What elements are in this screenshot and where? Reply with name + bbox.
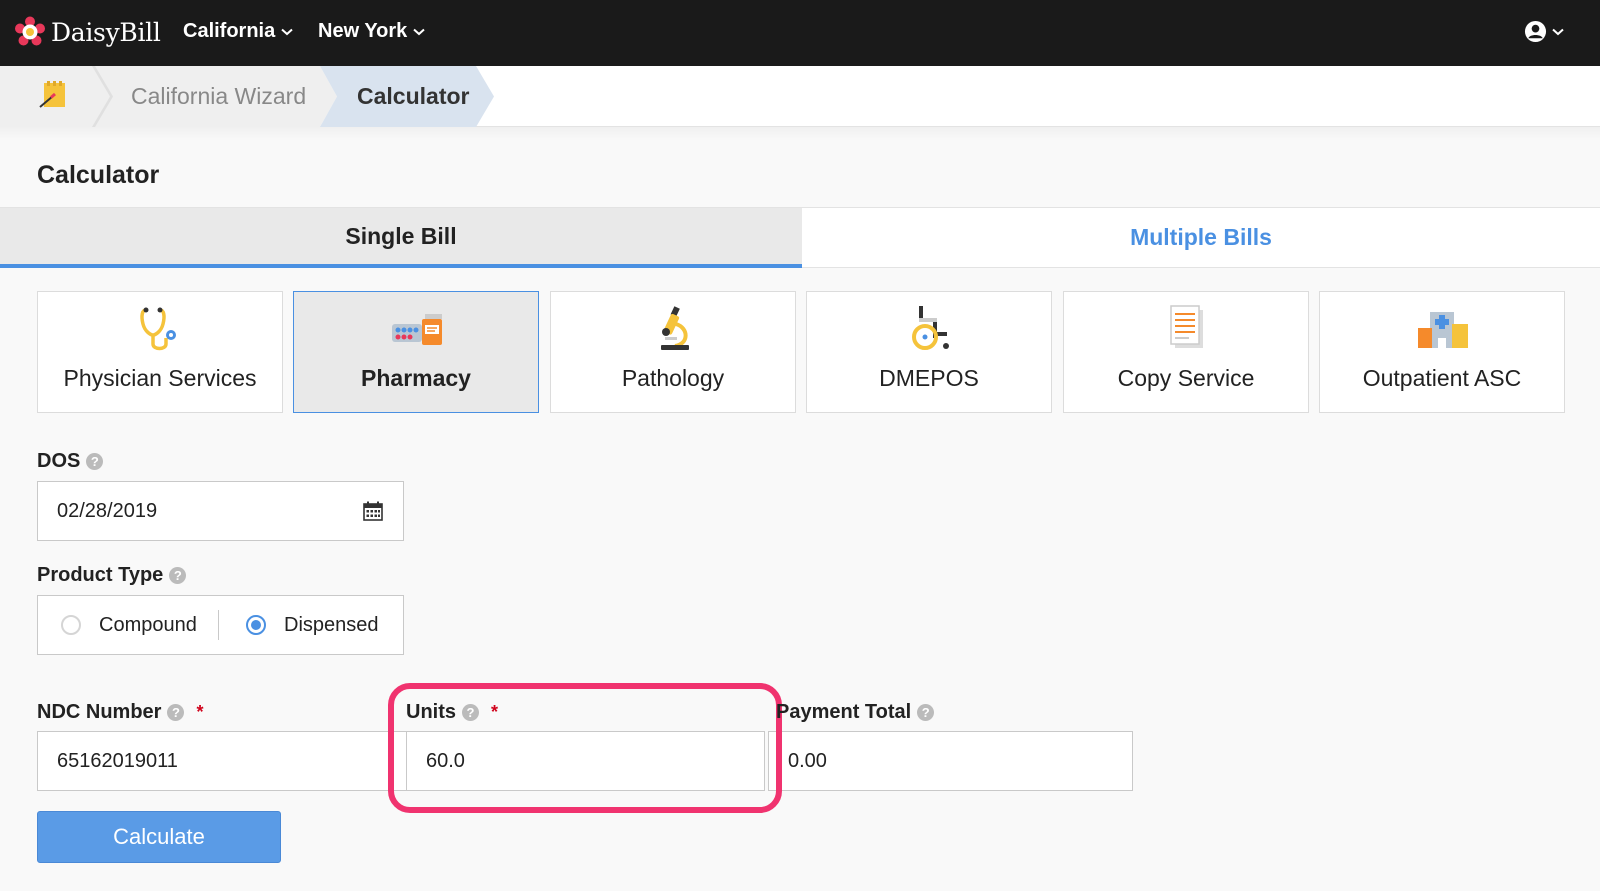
help-icon[interactable]: ? [169, 567, 187, 584]
ndc-label: NDC Number [37, 701, 162, 723]
category-label: Pharmacy [361, 365, 471, 391]
required-marker: * [491, 702, 499, 722]
payment-total-value: 0.00 [788, 749, 827, 772]
microscope-icon [661, 306, 689, 350]
chevron-down-icon [413, 28, 425, 35]
payment-total-label: Payment Total [776, 701, 912, 723]
radio-label: Dispensed [284, 613, 379, 636]
category-label: Pathology [621, 365, 725, 391]
units-value: 60.0 [426, 749, 465, 772]
radio-button-checked[interactable] [246, 615, 266, 635]
breadcrumb-home[interactable] [36, 80, 70, 117]
radio-label: Compound [99, 613, 197, 636]
category-label: DMEPOS [879, 365, 979, 391]
nav-dropdown-label: California [183, 20, 276, 42]
breadcrumb: California Wizard Calculator [0, 66, 1600, 127]
brand-name: DaisyBill [51, 17, 161, 47]
category-pharmacy[interactable]: Pharmacy [293, 291, 539, 413]
category-outpatient-asc[interactable]: Outpatient ASC [1319, 291, 1565, 413]
stethoscope-icon [140, 307, 176, 351]
dos-label-row: DOS ? [37, 450, 104, 473]
help-icon[interactable]: ? [462, 704, 479, 721]
radio-button-unchecked[interactable] [61, 615, 81, 635]
tab-label: Multiple Bills [1130, 224, 1272, 250]
product-type-label: Product Type [37, 564, 164, 586]
payment-total-field[interactable]: 0.00 [768, 731, 1133, 791]
help-icon[interactable]: ? [917, 704, 935, 721]
category-label: Physician Services [63, 365, 257, 391]
breadcrumb-item-california-wizard[interactable]: California Wizard [131, 83, 306, 110]
page-title: Calculator [37, 161, 160, 189]
user-menu[interactable] [1524, 20, 1564, 43]
category-label: Outpatient ASC [1362, 365, 1522, 391]
radio-dispensed[interactable]: Dispensed [246, 596, 379, 654]
hospital-icon [1418, 312, 1468, 348]
calendar-icon[interactable] [363, 501, 383, 521]
chevron-down-icon [1552, 28, 1564, 35]
divider [218, 610, 219, 640]
units-label-row: Units ? * [406, 701, 498, 724]
required-marker: * [196, 702, 204, 722]
notepad-icon [39, 81, 65, 108]
ndc-number-input[interactable]: 65162019011 [37, 731, 407, 791]
dos-date-field[interactable]: 02/28/2019 [37, 481, 404, 541]
nav-dropdown-new-york[interactable]: New York [318, 20, 425, 43]
tab-single-bill[interactable]: Single Bill [0, 208, 802, 268]
dos-label: DOS [37, 450, 81, 472]
category-dmepos[interactable]: DMEPOS [806, 291, 1052, 413]
help-icon[interactable]: ? [86, 453, 104, 470]
tab-multiple-bills[interactable]: Multiple Bills [802, 208, 1600, 268]
radio-compound[interactable]: Compound [61, 596, 197, 654]
top-navbar: DaisyBill California New York [0, 0, 1600, 66]
help-icon[interactable]: ? [167, 704, 185, 721]
brand-logo[interactable]: DaisyBill [14, 16, 161, 48]
breadcrumb-shadow [0, 127, 1600, 141]
category-pathology[interactable]: Pathology [550, 291, 796, 413]
daisy-logo-icon [15, 16, 45, 46]
units-input[interactable]: 60.0 [406, 731, 765, 791]
ndc-label-row: NDC Number ? * [37, 701, 203, 724]
nav-dropdown-california[interactable]: California [183, 20, 293, 43]
breadcrumb-item-calculator: Calculator [357, 83, 470, 109]
payment-total-label-row: Payment Total ? [776, 701, 935, 724]
dos-value: 02/28/2019 [57, 499, 158, 522]
wheelchair-icon [912, 306, 949, 350]
units-label: Units [406, 701, 456, 723]
product-type-label-row: Product Type ? [37, 564, 187, 587]
document-icon [1170, 305, 1203, 348]
pharmacy-icon [392, 314, 442, 345]
tab-label: Single Bill [345, 222, 457, 249]
product-type-radio-group: Compound Dispensed [37, 595, 404, 655]
ndc-value: 65162019011 [57, 749, 178, 772]
user-circle-icon [1524, 20, 1547, 43]
category-copy-service[interactable]: Copy Service [1063, 291, 1309, 413]
category-physician-services[interactable]: Physician Services [37, 291, 283, 413]
calculate-button[interactable]: Calculate [37, 811, 281, 863]
category-label: Copy Service [1117, 365, 1255, 391]
chevron-down-icon [281, 28, 293, 35]
nav-dropdown-label: New York [318, 20, 408, 42]
